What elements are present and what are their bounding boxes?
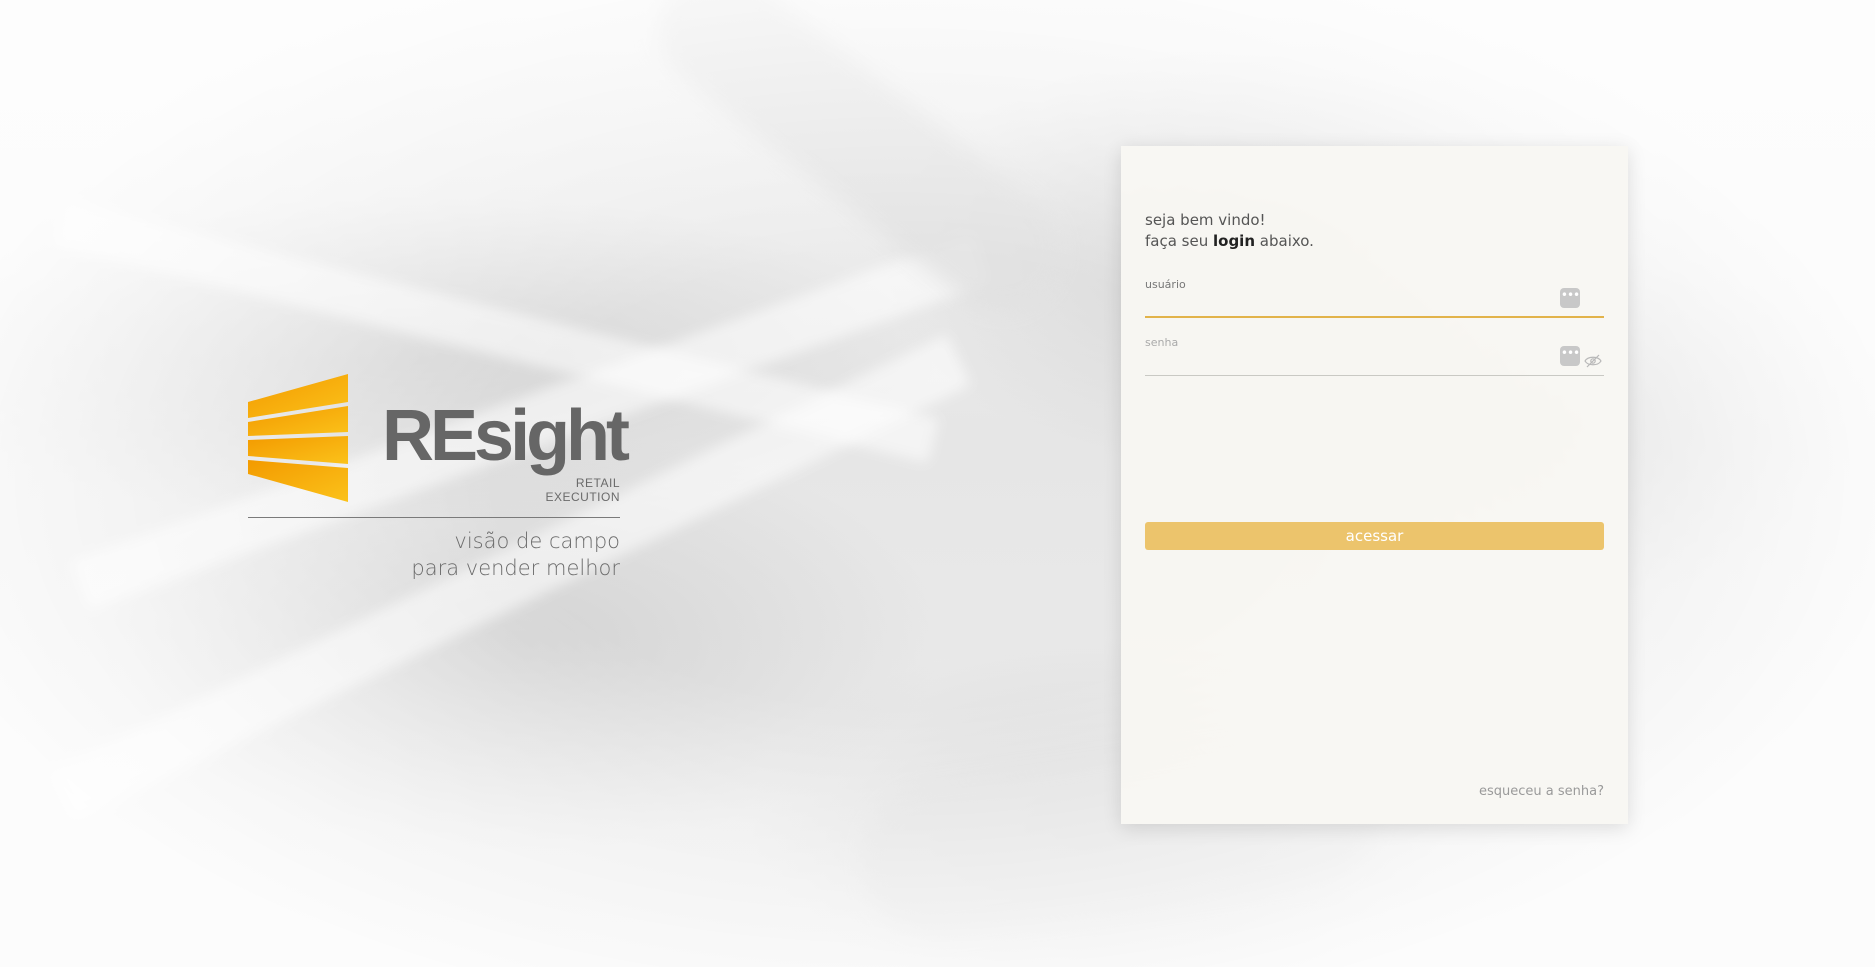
logo-subtitle-line1: RETAIL: [575, 476, 620, 490]
logo-wordmark: REsight: [382, 396, 630, 476]
password-label: senha: [1145, 336, 1179, 349]
welcome-text: seja bem vindo! faça seu login abaixo.: [1145, 210, 1314, 252]
username-underline: [1145, 316, 1604, 318]
welcome-line2-suffix: abaixo.: [1255, 232, 1314, 250]
logo-subtitle: RETAIL EXECUTION: [545, 476, 620, 504]
tagline-line1: visão de campo: [454, 529, 620, 553]
tagline-line2: para vender melhor: [411, 556, 620, 580]
username-label: usuário: [1145, 278, 1186, 291]
tagline: visão de campo para vender melhor: [411, 528, 620, 582]
eye-slash-icon[interactable]: [1584, 354, 1602, 368]
resight-logo-mark-icon: [248, 374, 348, 502]
password-underline: [1145, 375, 1604, 376]
username-input[interactable]: [1145, 292, 1569, 316]
welcome-login-word: login: [1213, 232, 1256, 250]
welcome-line1: seja bem vindo!: [1145, 211, 1266, 229]
username-field: usuário •••: [1145, 278, 1604, 318]
brand-divider: [248, 517, 620, 518]
password-input[interactable]: [1145, 350, 1569, 374]
login-submit-button[interactable]: acessar: [1145, 522, 1604, 550]
password-field: senha •••: [1145, 336, 1604, 376]
login-card: seja bem vindo! faça seu login abaixo. u…: [1121, 146, 1628, 824]
forgot-password-link[interactable]: esqueceu a senha?: [1479, 784, 1604, 799]
welcome-line2: faça seu login abaixo.: [1145, 231, 1314, 252]
welcome-line2-prefix: faça seu: [1145, 232, 1213, 250]
ellipsis-icon[interactable]: •••: [1560, 288, 1580, 308]
logo-subtitle-line2: EXECUTION: [545, 490, 620, 504]
login-page: REsight RETAIL EXECUTION visão de campo …: [0, 0, 1875, 967]
ellipsis-icon[interactable]: •••: [1560, 346, 1580, 366]
